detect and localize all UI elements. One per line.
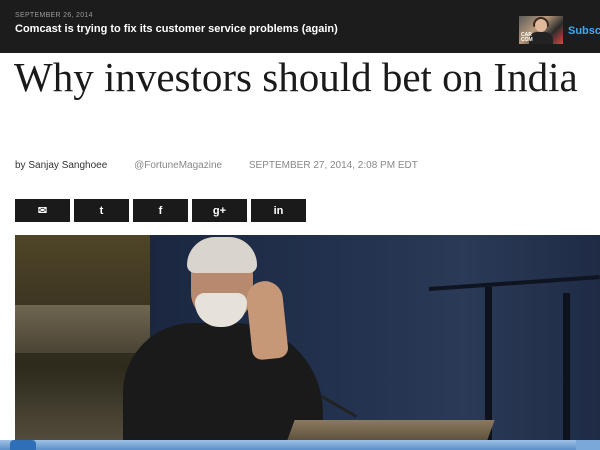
start-button[interactable]: [10, 440, 36, 450]
twitter-handle-link[interactable]: @FortuneMagazine: [134, 160, 222, 171]
linkedin-icon: in: [273, 204, 284, 217]
top-news-headline-link[interactable]: Comcast is trying to fix its customer se…: [15, 23, 338, 35]
share-facebook-button[interactable]: f: [133, 199, 188, 222]
twitter-icon: t: [99, 204, 104, 217]
share-twitter-button[interactable]: t: [74, 199, 129, 222]
share-google-plus-button[interactable]: g+: [192, 199, 247, 222]
publish-timestamp: SEPTEMBER 27, 2014, 2:08 PM EDT: [248, 160, 418, 171]
photo-person-hair: [187, 237, 257, 273]
cover-text: CAR COM: [521, 32, 533, 43]
article-title: Why investors should bet on India: [14, 54, 578, 100]
email-icon: ✉: [37, 205, 48, 217]
byline-prefix: by: [15, 160, 26, 171]
google-plus-icon: g+: [212, 204, 227, 217]
top-news-bar: SEPTEMBER 26, 2014 Comcast is trying to …: [0, 0, 600, 53]
article-byline: by Sanjay Sanghoee @FortuneMagazine SEPT…: [15, 160, 418, 171]
os-taskbar: [0, 440, 600, 450]
photo-desk: [15, 305, 150, 353]
share-email-button[interactable]: ✉: [15, 199, 70, 222]
magazine-cover-thumbnail[interactable]: CAR COM: [519, 16, 563, 44]
system-tray[interactable]: [576, 440, 600, 450]
facebook-icon: f: [158, 204, 163, 217]
author-link[interactable]: Sanjay Sanghoee: [28, 160, 107, 171]
cover-face: [535, 19, 547, 32]
subscribe-link[interactable]: Subsc: [568, 25, 600, 37]
top-news-date: SEPTEMBER 26, 2014: [15, 12, 93, 19]
photo-post: [563, 293, 570, 440]
share-linkedin-button[interactable]: in: [251, 199, 306, 222]
photo-post: [485, 287, 492, 440]
article-hero-photo: [15, 235, 600, 440]
photo-podium: [287, 420, 495, 440]
